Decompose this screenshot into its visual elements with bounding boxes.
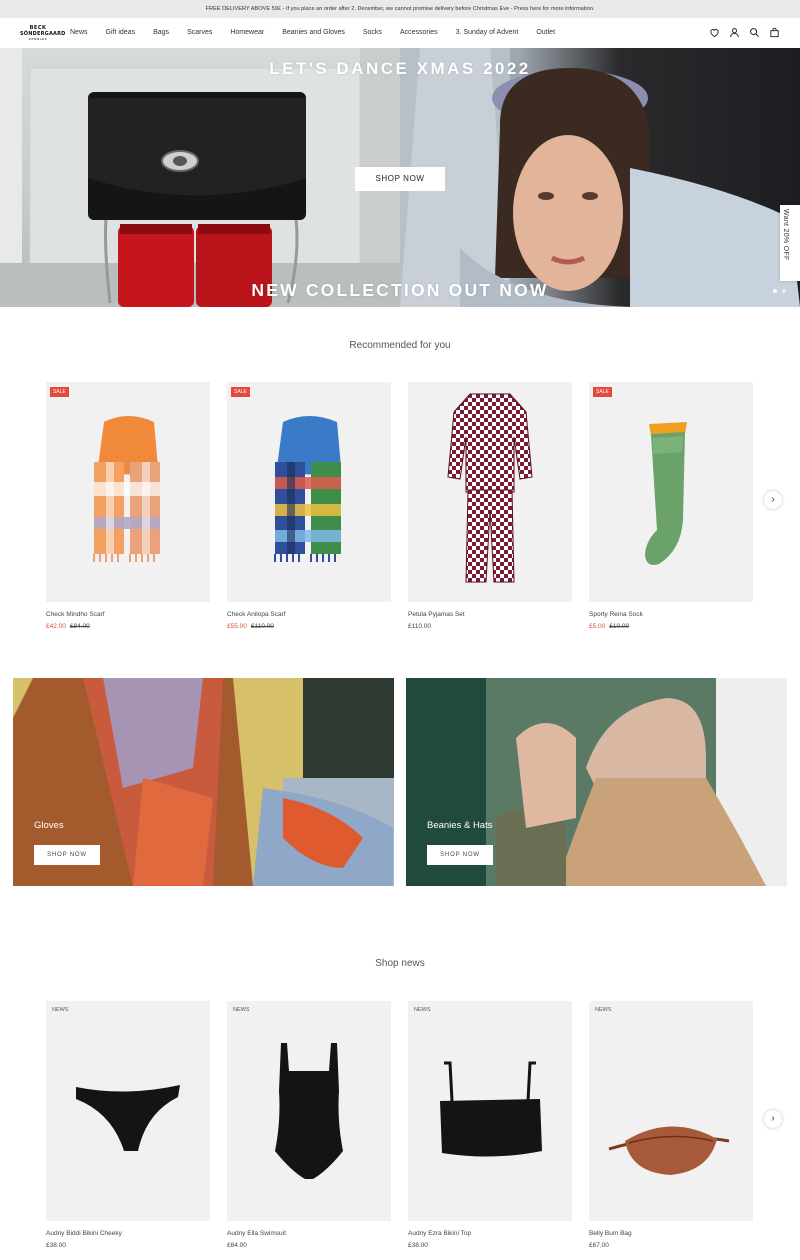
product-image: NEWS <box>589 1001 753 1221</box>
nav-item-outlet[interactable]: Outlet <box>536 18 555 48</box>
product-name[interactable]: Audny Biddi Bikini Cheeky <box>46 1230 210 1237</box>
nav-item-advent[interactable]: 3. Sunday of Advent <box>456 18 519 48</box>
product-image: NEWS <box>46 1001 210 1221</box>
promo-shop-now-button[interactable]: SHOP NOW <box>34 845 100 865</box>
discount-side-tab-label: Want 20% OFF <box>782 209 789 261</box>
carousel-dots <box>773 289 786 293</box>
swimsuit-illustration <box>275 1043 343 1179</box>
carousel-dot-1[interactable] <box>773 289 777 293</box>
product-price: £38.00 <box>408 1242 428 1249</box>
product-price: £55.00 £110.00 <box>227 623 391 630</box>
product-name[interactable]: Petula Pyjamas Set <box>408 611 572 618</box>
nav-item-beanies-gloves[interactable]: Beanies and Gloves <box>282 18 345 48</box>
heart-icon[interactable] <box>709 27 720 38</box>
nav-item-homewear[interactable]: Homewear <box>230 18 264 48</box>
logo-line-3: DENMARK <box>28 37 48 41</box>
announcement-bar[interactable]: FREE DELIVERY ABOVE 59£ - If you place a… <box>0 0 800 18</box>
product-price: £38.00 <box>46 1242 66 1249</box>
original-price: £10.00 <box>609 623 630 630</box>
main-navigation: BECK SÖNDERGAARD DENMARK News Gift ideas… <box>0 18 800 49</box>
promo-label: Beanies & Hats <box>427 820 493 831</box>
bag-icon[interactable] <box>769 27 780 38</box>
product-image: SALE <box>589 382 753 602</box>
discount-side-tab[interactable]: Want 20% OFF <box>780 205 800 281</box>
nav-item-gift-ideas[interactable]: Gift ideas <box>106 18 136 48</box>
nav-item-news[interactable]: News <box>70 18 88 48</box>
nav-item-bags[interactable]: Bags <box>153 18 169 48</box>
product-name[interactable]: Audny Ella Swimsuit <box>227 1230 391 1237</box>
sale-badge: SALE <box>231 387 250 397</box>
brand-logo[interactable]: BECK SÖNDERGAARD DENMARK <box>20 26 65 42</box>
product-name[interactable]: Audny Ezra Bikini Top <box>408 1230 572 1237</box>
account-icon[interactable] <box>729 27 740 38</box>
original-price: £84.00 <box>69 623 90 630</box>
nav-item-scarves[interactable]: Scarves <box>187 18 212 48</box>
hero-title-top: LET'S DANCE XMAS 2022 <box>269 59 531 78</box>
news-badge: NEWS <box>595 1007 612 1013</box>
news-title: Shop news <box>375 958 425 969</box>
nav-item-accessories[interactable]: Accessories <box>400 18 438 48</box>
product-card[interactable]: SALE Check Mindho Scarf £42.00 £84.00 <box>46 382 210 630</box>
scarf-orange-illustration <box>93 416 160 562</box>
product-card[interactable]: NEWS Audny Ella Swimsuit £64.00 <box>227 1001 391 1249</box>
product-price: £110.00 <box>408 623 432 630</box>
news-products: NEWS Audny Biddi Bikini Cheeky £38.00 NE… <box>46 1001 753 1249</box>
nav-item-socks[interactable]: Socks <box>363 18 382 48</box>
hero-title-bottom: NEW COLLECTION OUT NOW <box>251 280 549 300</box>
pyjamas-illustration <box>447 393 533 583</box>
product-name[interactable]: Sporty Reina Sock <box>589 611 753 618</box>
promo-beanies-hats[interactable]: Beanies & Hats SHOP NOW <box>406 678 787 886</box>
sock-illustration <box>645 422 687 565</box>
product-name[interactable]: Check Mindho Scarf <box>46 611 210 618</box>
hero-image-bag <box>0 48 400 307</box>
header-icons <box>709 27 780 38</box>
product-card[interactable]: NEWS Audny Ezra Bikini Top £38.00 <box>408 1001 572 1249</box>
carousel-dot-2[interactable] <box>782 289 786 293</box>
hero-banner[interactable]: LET'S DANCE XMAS 2022 NEW COLLECTION OUT… <box>0 48 800 307</box>
product-price: £67.00 <box>589 1242 609 1249</box>
product-name[interactable]: Belly Bum Bag <box>589 1230 753 1237</box>
nav-menu: News Gift ideas Bags Scarves Homewear Be… <box>70 18 573 48</box>
original-price: £110.00 <box>250 623 274 630</box>
bum-bag-illustration <box>608 1126 730 1175</box>
promo-label: Gloves <box>34 820 64 831</box>
bikini-top-illustration <box>440 1061 542 1157</box>
recommended-title: Recommended for you <box>349 340 451 351</box>
model-illustration <box>400 48 800 307</box>
recommended-products: SALE Check Mindho Scarf £42.00 £84.00 SAL… <box>46 382 753 630</box>
product-card[interactable]: NEWS Audny Biddi Bikini Cheeky £38.00 <box>46 1001 210 1249</box>
news-badge: NEWS <box>52 1007 69 1013</box>
sale-price: £55.00 <box>227 623 247 630</box>
sale-price: £42.00 <box>46 623 66 630</box>
news-badge: NEWS <box>414 1007 431 1013</box>
recommended-next-arrow[interactable]: › <box>764 491 782 509</box>
sale-price: £5.00 <box>589 623 606 630</box>
promo-shop-now-button[interactable]: SHOP NOW <box>427 845 493 865</box>
news-next-arrow[interactable]: › <box>764 1110 782 1128</box>
sequin-bag-illustration <box>0 48 400 307</box>
product-image <box>408 382 572 602</box>
promo-gloves[interactable]: Gloves SHOP NOW <box>13 678 394 886</box>
product-image: SALE <box>46 382 210 602</box>
product-card[interactable]: Petula Pyjamas Set £110.00 <box>408 382 572 630</box>
product-card[interactable]: SALE Sporty Reina Sock £5.00 £10.00 <box>589 382 753 630</box>
product-image: SALE <box>227 382 391 602</box>
news-badge: NEWS <box>233 1007 250 1013</box>
product-name[interactable]: Check Anilopa Scarf <box>227 611 391 618</box>
sale-badge: SALE <box>50 387 69 397</box>
hero-shop-now-button[interactable]: SHOP NOW <box>355 167 445 191</box>
hero-image-model <box>400 48 800 307</box>
product-card[interactable]: SALE Check Anilopa Scarf £55.00 £110.00 <box>227 382 391 630</box>
product-image: NEWS <box>227 1001 391 1221</box>
scarf-multicolor-illustration <box>274 416 341 562</box>
sale-badge: SALE <box>593 387 612 397</box>
product-price: £5.00 £10.00 <box>589 623 753 630</box>
product-card[interactable]: NEWS Belly Bum Bag £67.00 <box>589 1001 753 1249</box>
product-image: NEWS <box>408 1001 572 1221</box>
product-price: £42.00 £84.00 <box>46 623 210 630</box>
bikini-bottom-illustration <box>76 1085 180 1151</box>
search-icon[interactable] <box>749 27 760 38</box>
product-price: £64.00 <box>227 1242 247 1249</box>
